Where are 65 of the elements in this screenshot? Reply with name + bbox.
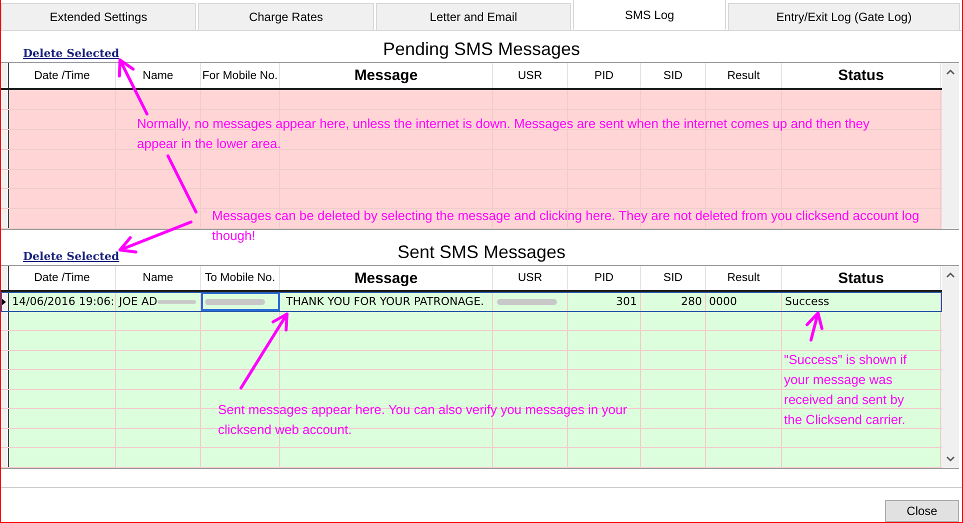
column-header[interactable]: PID <box>568 63 641 88</box>
table-cell: JOE AD <box>119 295 158 308</box>
table-cell: 301 <box>568 292 641 311</box>
row-header[interactable] <box>1 130 9 149</box>
row-header[interactable] <box>1 209 9 228</box>
column-header[interactable]: Date /Time <box>9 266 116 290</box>
row-header[interactable] <box>1 110 9 129</box>
row-header[interactable] <box>1 370 9 389</box>
section-title: Pending SMS Messages <box>382 39 580 62</box>
annotation-text: Messages can be deleted by selecting the message and clicking here. They are not deleted from you clicksend account log though! <box>212 207 920 245</box>
close-button[interactable]: Close <box>885 500 959 522</box>
column-header[interactable]: SID <box>641 266 706 290</box>
arrow <box>806 312 824 342</box>
row-header[interactable] <box>1 428 9 448</box>
current-row-icon <box>1 298 6 306</box>
row-header[interactable] <box>1 170 9 188</box>
scroll-up-icon[interactable] <box>946 272 955 278</box>
table-cell: THANK YOU FOR YOUR PATRONAGE. <box>286 295 484 308</box>
column-header[interactable]: Result <box>706 63 782 88</box>
row-header[interactable] <box>1 292 9 311</box>
annotation-text: "Success" is shown if your message was received and sent by the Clicksend carrier. <box>784 351 908 429</box>
tab[interactable]: Extended Settings <box>1 3 196 30</box>
scroll-up-icon[interactable] <box>946 69 955 76</box>
column-header[interactable]: Date /Time <box>9 63 116 88</box>
row-header[interactable] <box>1 312 9 330</box>
row-header[interactable] <box>1 150 9 169</box>
column-header[interactable]: Message <box>280 63 493 88</box>
column-header[interactable]: Message <box>280 266 493 290</box>
column-header[interactable]: USR <box>493 266 568 290</box>
column-header[interactable]: Status <box>782 266 941 290</box>
column-header[interactable]: PID <box>568 266 641 290</box>
row-header[interactable] <box>1 448 9 467</box>
annotation-text: Normally, no messages appear here, unless the internet is down. Messages are sent when the internet comes up and then they appear in the lower area. <box>137 115 871 153</box>
row-header <box>1 63 9 88</box>
row-header[interactable] <box>1 189 9 208</box>
column-header[interactable]: SID <box>641 63 706 88</box>
tab[interactable]: Entry/Exit Log (Gate Log) <box>728 3 960 30</box>
tab[interactable]: Charge Rates <box>198 3 374 30</box>
tab[interactable]: SMS Log <box>573 0 726 30</box>
column-header[interactable]: Name <box>116 63 201 88</box>
section-title: Sent SMS Messages <box>397 242 566 264</box>
column-header[interactable]: USR <box>493 63 568 88</box>
column-header[interactable]: For Mobile No. <box>201 63 280 88</box>
table-cell: Success <box>782 292 941 311</box>
annotation-text: Sent messages appear here. You can also verify you messages in your clicksend web account. <box>218 401 628 439</box>
column-header[interactable]: Status <box>782 63 941 88</box>
column-header[interactable]: Result <box>706 266 782 290</box>
column-header[interactable]: Name <box>116 266 201 290</box>
scrollbar[interactable] <box>942 63 959 230</box>
column-header[interactable]: To Mobile No. <box>201 266 280 290</box>
row-header[interactable] <box>1 390 9 408</box>
tab[interactable]: Letter and Email <box>376 3 571 30</box>
delete-selected-link[interactable]: Delete Selected <box>23 47 120 60</box>
delete-selected-link[interactable]: Delete Selected <box>23 250 120 263</box>
row-header[interactable] <box>1 90 9 109</box>
row-header <box>1 266 9 290</box>
table-row[interactable]: 14/06/2016 19:06: JOE AD THANK YOU FOR YOUR PATRONAGE. 301 280 0000 Success <box>1 292 942 312</box>
scrollbar[interactable] <box>942 266 959 468</box>
row-header[interactable] <box>1 331 9 350</box>
row-header[interactable] <box>1 350 9 370</box>
table-cell: 280 <box>641 292 706 311</box>
table-cell: 0000 <box>706 292 782 311</box>
scroll-down-icon[interactable] <box>946 456 955 462</box>
table-cell: 14/06/2016 19:06: <box>9 292 116 311</box>
row-header[interactable] <box>1 409 9 428</box>
